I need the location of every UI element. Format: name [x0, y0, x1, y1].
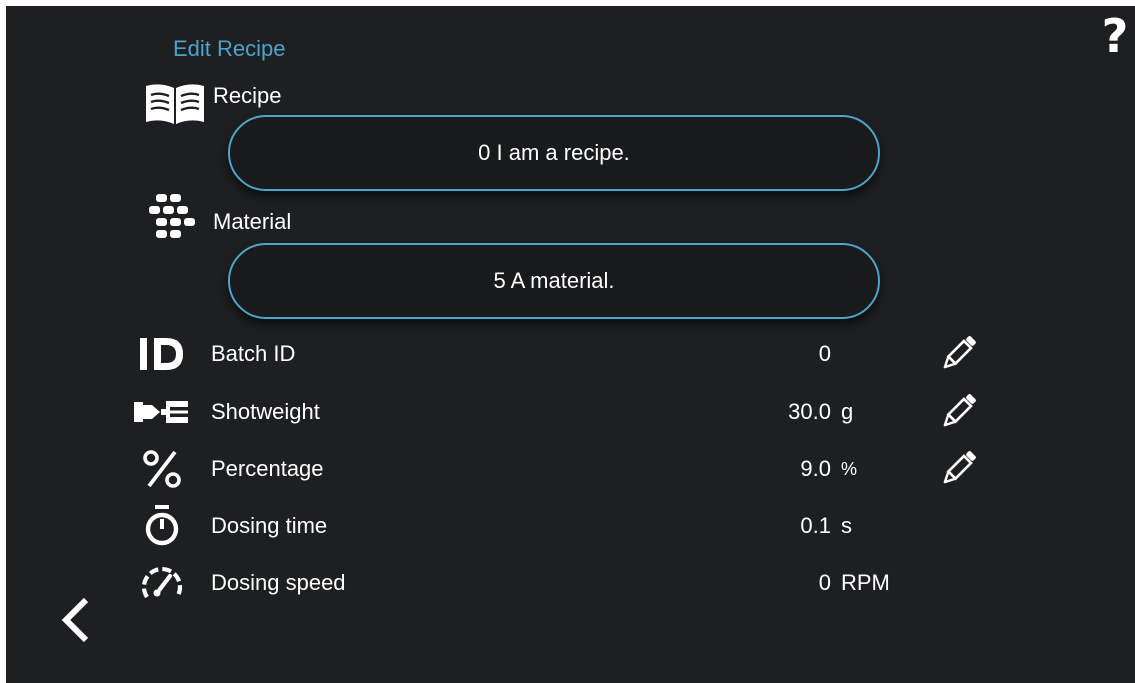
material-label: Material	[213, 209, 292, 234]
granules-icon	[149, 194, 195, 238]
recipe-value: 0 I am a recipe.	[478, 140, 630, 165]
row-dosing-speed: Dosing speed 0 RPM	[6, 558, 1135, 608]
stopwatch-icon	[145, 505, 179, 546]
row-percentage: Percentage 9.0 %	[6, 444, 1135, 494]
percentage-unit: %	[841, 459, 858, 479]
edit-shotweight-pencil-icon[interactable]	[941, 393, 977, 429]
dosing-speed-label: Dosing speed	[211, 570, 346, 595]
row-shotweight: Shotweight 30.0 g	[6, 387, 1135, 437]
batch-id-label: Batch ID	[211, 341, 296, 366]
material-value: 5 A material.	[493, 268, 615, 293]
shotweight-label: Shotweight	[211, 399, 320, 424]
help-button[interactable]: ?	[1098, 10, 1132, 62]
percentage-label: Percentage	[211, 456, 324, 481]
recipe-label: Recipe	[213, 83, 282, 108]
book-icon	[146, 84, 204, 124]
back-chevron-icon[interactable]	[58, 594, 94, 646]
percent-icon	[143, 450, 181, 488]
dosing-speed-unit: RPM	[841, 570, 890, 595]
dosing-speed-value: 0	[818, 570, 831, 595]
dosing-time-value: 0.1	[800, 513, 831, 538]
id-icon	[140, 338, 183, 370]
dosing-time-label: Dosing time	[211, 513, 328, 538]
recipe-selector[interactable]: 0 I am a recipe.	[228, 115, 880, 191]
dosing-time-unit: s	[841, 513, 852, 538]
material-selector[interactable]: 5 A material.	[228, 243, 880, 319]
shotweight-icon	[134, 401, 188, 423]
speedometer-icon	[141, 566, 183, 599]
shotweight-unit: g	[841, 399, 854, 424]
edit-percentage-pencil-icon[interactable]	[941, 450, 977, 486]
edit-recipe-screen: Edit Recipe ? Recipe 0 I am a recipe. Ma…	[6, 6, 1135, 683]
batch-id-value: 0	[818, 341, 831, 366]
shotweight-value: 30.0	[788, 399, 831, 424]
edit-batch-id-pencil-icon[interactable]	[941, 335, 977, 371]
percentage-value: 9.0	[800, 456, 831, 481]
page-title: Edit Recipe	[173, 36, 286, 61]
row-batch-id: Batch ID 0	[6, 329, 1135, 379]
row-dosing-time: Dosing time 0.1 s	[6, 501, 1135, 551]
